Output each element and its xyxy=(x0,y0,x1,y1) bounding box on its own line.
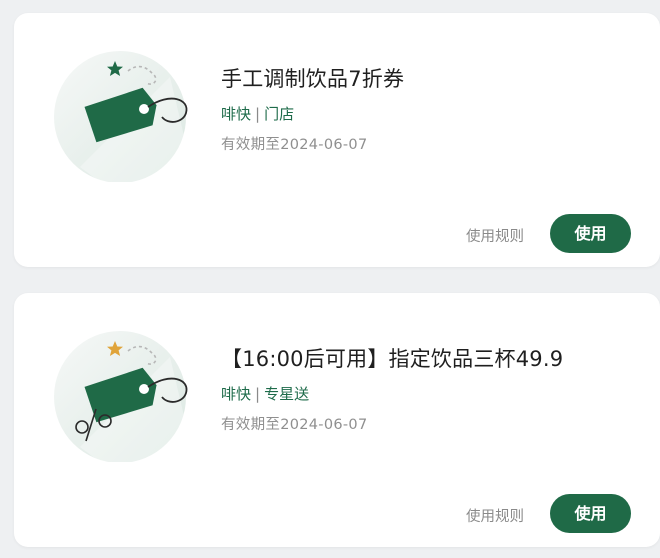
separator: | xyxy=(255,105,261,123)
coupon-card: 手工调制饮品7折券 啡快 | 门店 有效期至2024-06-07 使用规则 使用 xyxy=(14,13,660,267)
coupon-card: 【16:00后可用】指定饮品三杯49.9 啡快 | 专星送 有效期至2024-06-… xyxy=(14,293,660,547)
scope-label: 门店 xyxy=(264,105,295,123)
usage-rules-link[interactable]: 使用规则 xyxy=(466,225,524,246)
brand-label: 啡快 xyxy=(221,105,252,123)
usage-rules-link[interactable]: 使用规则 xyxy=(466,505,524,526)
expiry-date: 有效期至2024-06-07 xyxy=(221,417,368,433)
coupon-channel: 啡快 | 专星送 xyxy=(221,383,309,404)
coupon-title: 手工调制饮品7折券 xyxy=(221,67,405,91)
use-button[interactable]: 使用 xyxy=(550,494,631,533)
coupon-title: 【16:00后可用】指定饮品三杯49.9 xyxy=(221,347,564,371)
expiry-date: 有效期至2024-06-07 xyxy=(221,137,368,153)
brand-label: 啡快 xyxy=(221,385,252,403)
coupon-channel: 啡快 | 门店 xyxy=(221,103,294,124)
scope-label: 专星送 xyxy=(264,385,310,403)
coupon-illustration xyxy=(50,317,195,462)
use-button[interactable]: 使用 xyxy=(550,214,631,253)
separator: | xyxy=(255,385,261,403)
coupon-illustration xyxy=(50,37,195,182)
